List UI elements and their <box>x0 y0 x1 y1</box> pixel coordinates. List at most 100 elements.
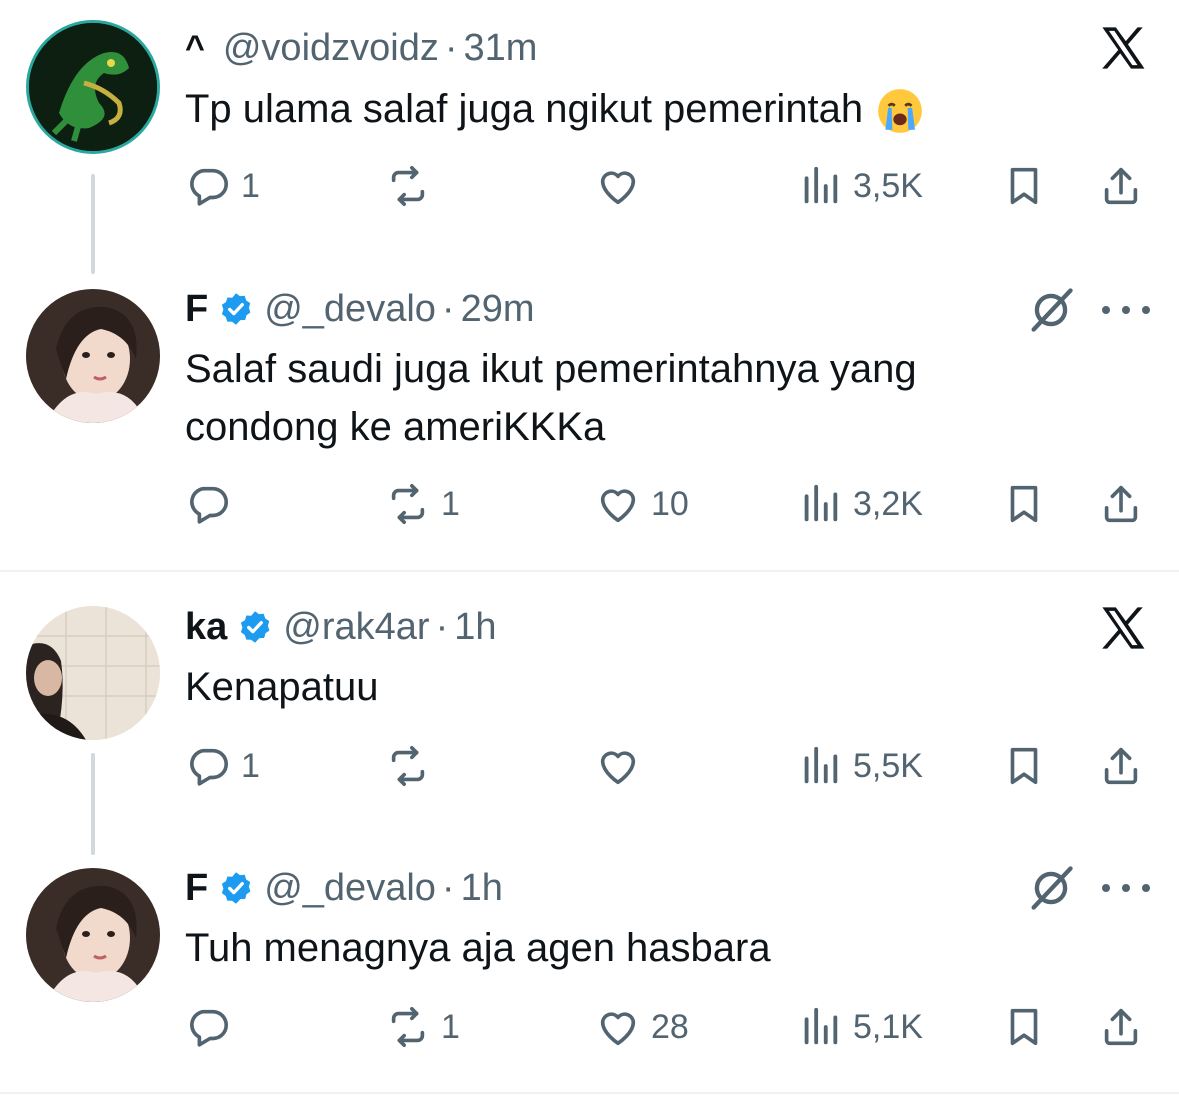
loudly-crying-face-icon <box>878 89 923 134</box>
tweet-actions: 1 10 3,2K <box>185 478 1160 530</box>
tweet-text: Kenapatuu <box>185 658 1085 716</box>
share-icon <box>1098 743 1144 789</box>
profile-photo-image <box>26 868 160 1002</box>
handle[interactable]: @rak4ar <box>283 606 429 649</box>
handle[interactable]: @voidzvoidz <box>223 27 439 70</box>
like-icon <box>595 481 641 527</box>
profile-photo-image <box>26 606 160 740</box>
tweet-text-body: Tuh menagnya aja agen hasbara <box>185 926 771 970</box>
views-button[interactable]: 3,2K <box>797 478 923 530</box>
bookmark-button[interactable] <box>1001 1001 1047 1053</box>
reply-icon <box>185 1004 231 1050</box>
views-button[interactable]: 3,5K <box>797 160 923 212</box>
x-logo-icon[interactable] <box>1097 602 1149 654</box>
like-button[interactable]: 28 <box>595 1001 689 1053</box>
tweet-header: ka @rak4ar · 1h <box>185 601 497 653</box>
like-button[interactable] <box>595 160 651 212</box>
timestamp[interactable]: 1h <box>461 867 503 910</box>
tweet-header: ^ @voidzvoidz · 31m <box>185 22 537 74</box>
avatar[interactable] <box>26 20 160 154</box>
avatar[interactable] <box>26 606 160 740</box>
bookmark-icon <box>1001 163 1047 209</box>
separator: · <box>441 287 455 330</box>
separator: · <box>444 26 458 69</box>
views-button[interactable]: 5,1K <box>797 1001 923 1053</box>
like-count: 10 <box>651 484 689 523</box>
views-count: 3,2K <box>853 484 923 523</box>
tweet-text: Tp ulama salaf juga ngikut pemerintah <box>185 80 1085 138</box>
thread-divider <box>0 570 1179 572</box>
repost-icon <box>385 481 431 527</box>
separator: · <box>441 866 455 909</box>
verified-badge-icon <box>218 291 254 327</box>
like-button[interactable] <box>595 740 651 792</box>
profile-photo-image <box>26 289 160 423</box>
more-options-icon[interactable] <box>1102 284 1150 336</box>
tweet-actions: 1 5,5K <box>185 740 1160 792</box>
views-button[interactable]: 5,5K <box>797 740 923 792</box>
repost-button[interactable]: 1 <box>385 1001 460 1053</box>
tweet-actions: 1 28 5,1K <box>185 1001 1160 1053</box>
avatar[interactable] <box>26 289 160 423</box>
share-button[interactable] <box>1098 740 1144 792</box>
verified-badge-icon <box>237 609 273 645</box>
tweet-text-line: Salaf saudi juga ikut pemerintahnya yang <box>185 347 917 391</box>
reply-count: 1 <box>241 746 260 785</box>
bookmark-button[interactable] <box>1001 160 1047 212</box>
grok-icon[interactable] <box>1025 862 1077 914</box>
like-count: 28 <box>651 1007 689 1046</box>
tweet-text-body: Tp ulama salaf juga ngikut pemerintah <box>185 87 864 131</box>
reply-button[interactable] <box>185 1001 241 1053</box>
grok-icon[interactable] <box>1025 284 1077 336</box>
avatar[interactable] <box>26 868 160 1002</box>
bookmark-icon <box>1001 743 1047 789</box>
timestamp[interactable]: 29m <box>461 288 535 331</box>
reply-icon <box>185 163 231 209</box>
tweet-text-body: Kenapatuu <box>185 665 379 709</box>
timestamp[interactable]: 31m <box>464 27 538 70</box>
reply-button[interactable]: 1 <box>185 160 260 212</box>
repost-button[interactable] <box>385 160 441 212</box>
timestamp[interactable]: 1h <box>454 606 496 649</box>
like-icon <box>595 743 641 789</box>
reply-icon <box>185 481 231 527</box>
like-button[interactable]: 10 <box>595 478 689 530</box>
views-count: 3,5K <box>853 166 923 205</box>
display-name[interactable]: F <box>185 867 208 910</box>
reply-button[interactable]: 1 <box>185 740 260 792</box>
views-icon <box>797 163 843 209</box>
reply-button[interactable] <box>185 478 241 530</box>
tweet-text: Tuh menagnya aja agen hasbara <box>185 919 1085 977</box>
display-name[interactable]: ka <box>185 606 227 649</box>
like-icon <box>595 163 641 209</box>
bookmark-button[interactable] <box>1001 740 1047 792</box>
more-options-icon[interactable] <box>1102 862 1150 914</box>
display-name[interactable]: F <box>185 288 208 331</box>
bookmark-icon <box>1001 481 1047 527</box>
tweet-header: F @_devalo · 29m <box>185 283 534 335</box>
repost-button[interactable] <box>385 740 441 792</box>
views-count: 5,5K <box>853 746 923 785</box>
bookmark-button[interactable] <box>1001 478 1047 530</box>
share-button[interactable] <box>1098 160 1144 212</box>
caret: ^ <box>185 28 205 67</box>
repost-button[interactable]: 1 <box>385 478 460 530</box>
verified-badge-icon <box>218 870 254 906</box>
repost-icon <box>385 1004 431 1050</box>
views-icon <box>797 1004 843 1050</box>
handle[interactable]: @_devalo <box>264 867 436 910</box>
share-icon <box>1098 163 1144 209</box>
reply-count: 1 <box>241 166 260 205</box>
bookmark-icon <box>1001 1004 1047 1050</box>
share-button[interactable] <box>1098 478 1144 530</box>
thread-line <box>91 174 95 274</box>
share-icon <box>1098 481 1144 527</box>
x-logo-icon[interactable] <box>1097 22 1149 74</box>
share-button[interactable] <box>1098 1001 1144 1053</box>
views-icon <box>797 481 843 527</box>
repost-count: 1 <box>441 484 460 523</box>
bottom-divider <box>0 1092 1179 1094</box>
handle[interactable]: @_devalo <box>264 288 436 331</box>
views-icon <box>797 743 843 789</box>
repost-icon <box>385 163 431 209</box>
